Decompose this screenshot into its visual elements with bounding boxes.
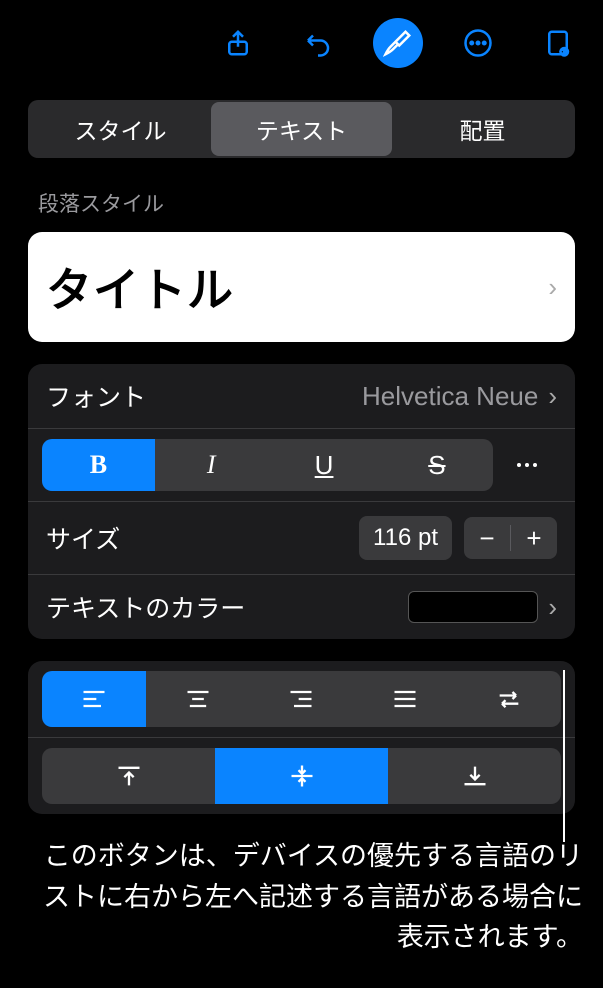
color-swatch [408, 591, 538, 623]
align-top-button[interactable] [42, 748, 215, 804]
paintbrush-icon [383, 28, 413, 58]
callout: このボタンは、デバイスの優先する言語のリストに右から左へ記述する言語がある場合に… [20, 836, 583, 958]
size-row: サイズ 116 pt − + [28, 502, 575, 575]
size-value[interactable]: 116 pt [359, 516, 452, 560]
align-middle-icon [288, 762, 316, 790]
text-color-label: テキストのカラー [46, 589, 245, 625]
bold-button[interactable]: B [42, 439, 155, 491]
rtl-direction-button[interactable] [457, 671, 561, 727]
italic-button[interactable]: I [155, 439, 268, 491]
align-left-button[interactable] [42, 671, 146, 727]
vertical-alignment [28, 738, 575, 814]
underline-button[interactable]: U [268, 439, 381, 491]
tab-arrange[interactable]: 配置 [392, 102, 573, 156]
ellipsis-icon [515, 461, 539, 469]
document-settings-button[interactable] [533, 18, 583, 68]
more-button[interactable] [453, 18, 503, 68]
chevron-right-icon: › [548, 272, 557, 303]
more-icon [463, 28, 493, 58]
format-button[interactable] [373, 18, 423, 68]
top-toolbar [0, 10, 603, 86]
alignment-group [28, 661, 575, 814]
tab-style[interactable]: スタイル [30, 102, 211, 156]
align-bottom-button[interactable] [388, 748, 561, 804]
callout-text: このボタンは、デバイスの優先する言語のリストに右から左へ記述する言語がある場合に… [20, 836, 583, 958]
size-increase-button[interactable]: + [511, 517, 557, 559]
align-justify-button[interactable] [353, 671, 457, 727]
paragraph-style-selector[interactable]: タイトル › [28, 232, 575, 342]
size-stepper: − + [464, 517, 557, 559]
font-value: Helvetica Neue [362, 381, 538, 412]
undo-icon [303, 28, 333, 58]
align-center-icon [184, 685, 212, 713]
align-middle-button[interactable] [215, 748, 388, 804]
text-style-buttons: B I U S [28, 429, 575, 502]
tab-text[interactable]: テキスト [211, 102, 392, 156]
undo-button[interactable] [293, 18, 343, 68]
format-tabs: スタイル テキスト 配置 [28, 100, 575, 158]
font-row[interactable]: フォント Helvetica Neue › [28, 364, 575, 429]
share-button[interactable] [213, 18, 263, 68]
strikethrough-button[interactable]: S [380, 439, 493, 491]
document-icon [543, 28, 573, 58]
callout-leader-line [563, 670, 565, 842]
share-icon [223, 28, 253, 58]
paragraph-style-value: タイトル [46, 254, 234, 320]
chevron-right-icon: › [548, 592, 557, 623]
chevron-right-icon: › [548, 381, 557, 412]
rtl-icon [495, 685, 523, 713]
font-label: フォント [46, 378, 146, 414]
size-decrease-button[interactable]: − [464, 517, 510, 559]
text-color-row[interactable]: テキストのカラー › [28, 575, 575, 639]
paragraph-style-label: 段落スタイル [0, 180, 603, 226]
align-left-icon [80, 685, 108, 713]
align-bottom-icon [461, 762, 489, 790]
horizontal-alignment [28, 661, 575, 738]
more-styles-button[interactable] [493, 439, 561, 491]
align-justify-icon [391, 685, 419, 713]
font-group: フォント Helvetica Neue › B I U S サイズ 116 pt… [28, 364, 575, 639]
size-label: サイズ [46, 520, 120, 556]
align-center-button[interactable] [146, 671, 250, 727]
align-top-icon [115, 762, 143, 790]
align-right-icon [287, 685, 315, 713]
align-right-button[interactable] [250, 671, 354, 727]
